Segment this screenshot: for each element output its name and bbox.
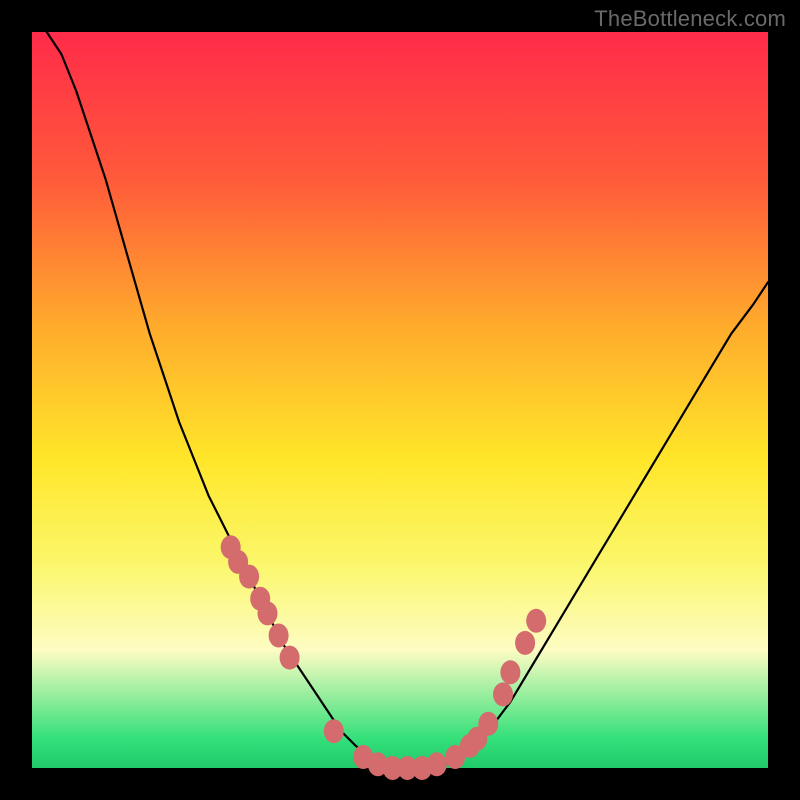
curve-marker: [500, 660, 520, 684]
bottleneck-chart: [32, 32, 768, 768]
curve-marker: [493, 682, 513, 706]
curve-marker: [515, 631, 535, 655]
marker-group: [221, 535, 547, 780]
curve-marker: [239, 565, 259, 589]
curve-marker: [324, 719, 344, 743]
curve-marker: [258, 601, 278, 625]
curve-marker: [478, 712, 498, 736]
curve-marker: [280, 646, 300, 670]
watermark-text: TheBottleneck.com: [594, 6, 786, 32]
curve-marker: [269, 624, 289, 648]
curve-marker: [427, 752, 447, 776]
bottleneck-curve-path: [47, 32, 768, 768]
curve-marker: [526, 609, 546, 633]
